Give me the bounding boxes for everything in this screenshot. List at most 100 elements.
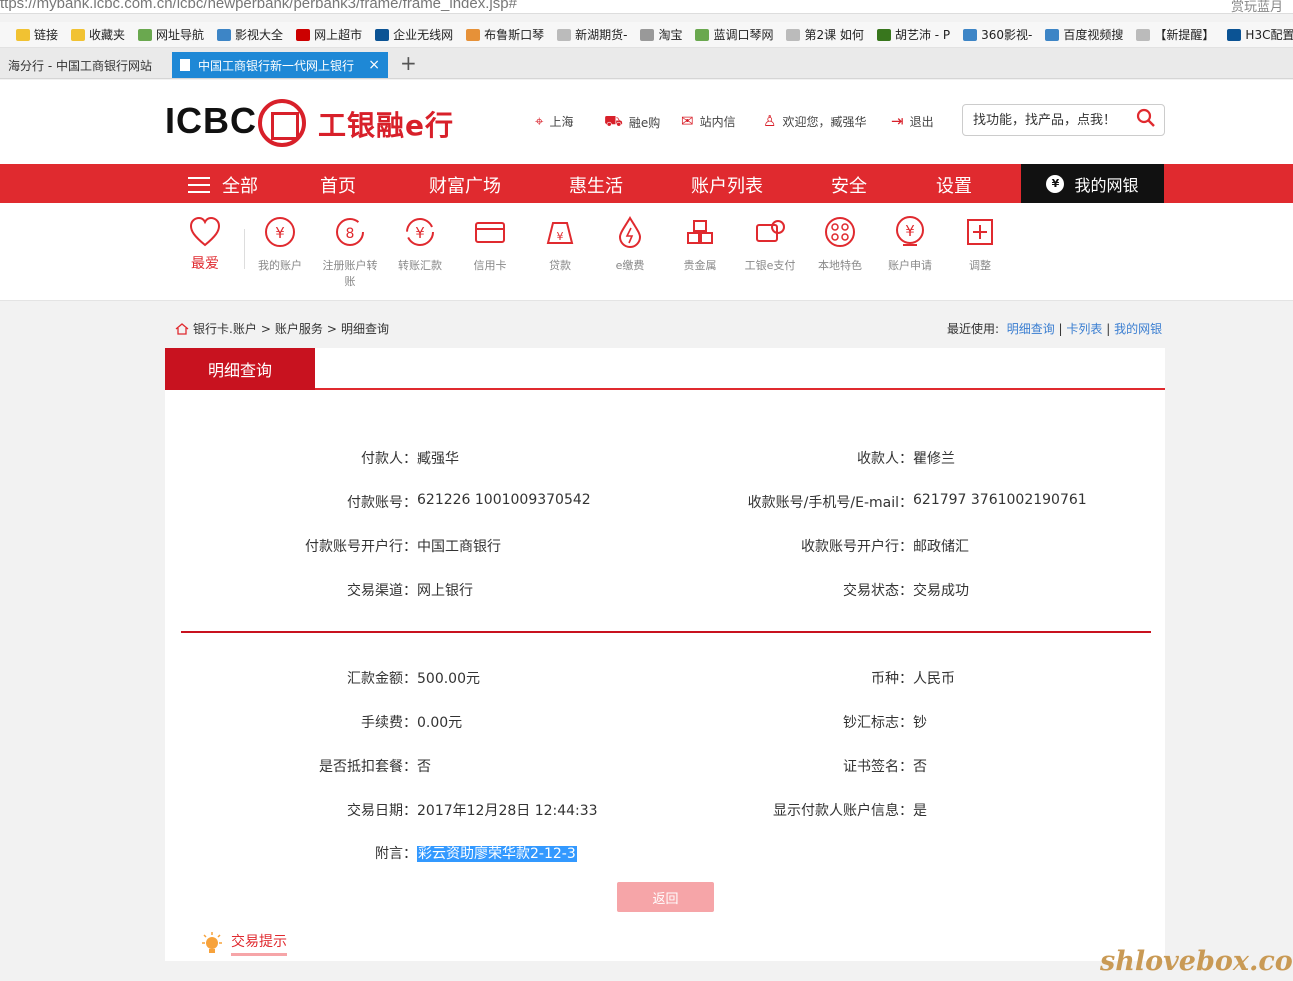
quick-register-transfer[interactable]: 8 注册账户转账	[319, 215, 381, 290]
detail-label: 手续费：	[361, 715, 417, 731]
detail-row: 交易渠道： 网上银行 交易状态： 交易成功	[165, 580, 1165, 600]
quick-favorite-label: 最爱	[191, 256, 219, 272]
watermark: shlovebox.com	[1100, 946, 1293, 977]
cart-icon: ⛟	[604, 112, 623, 130]
quick-loan-label: 贷款	[549, 259, 571, 272]
logout-link[interactable]: ⇥ 退出	[891, 112, 934, 130]
bookmark-item[interactable]: 链接	[16, 26, 58, 43]
breadcrumb-item-account-service[interactable]: 账户服务	[275, 320, 323, 337]
back-button[interactable]: 返回	[617, 882, 714, 912]
bookmark-item[interactable]: 蓝调口琴网	[695, 26, 773, 43]
quick-e-pay-label: 工银e支付	[744, 259, 796, 272]
bookmark-item[interactable]: 360影视-	[963, 26, 1032, 43]
address-bar[interactable]: ttps://mybank.icbc.com.cn/icbc/newperban…	[0, 0, 1293, 14]
detail-value: 钞	[913, 715, 927, 731]
heart-icon	[189, 216, 221, 247]
messages-label: 站内信	[699, 114, 736, 129]
nav-security[interactable]: 安全	[831, 172, 867, 198]
bookmark-item[interactable]: 企业无线网	[375, 26, 453, 43]
bookmark-label: H3C配置经	[1245, 28, 1293, 42]
detail-label: 收款账号开户行：	[801, 539, 913, 555]
svg-text:¥: ¥	[905, 222, 915, 240]
bookmark-item[interactable]: 胡艺沛 - P	[876, 26, 950, 43]
bookmark-item[interactable]: 百度视频搜	[1045, 26, 1123, 43]
url-text: ttps://mybank.icbc.com.cn/icbc/newperban…	[0, 0, 517, 12]
quick-precious-metal[interactable]: 贵金属	[669, 215, 731, 274]
bookmark-icon	[640, 28, 655, 41]
home-icon[interactable]	[175, 322, 189, 335]
bookmark-label: 360影视-	[981, 28, 1033, 42]
bookmark-item[interactable]: 影视大全	[217, 26, 283, 43]
detail-label: 交易渠道：	[347, 583, 417, 599]
browser-tab-icbc-shanghai[interactable]: 海分行 - 中国工商银行网站	[0, 52, 160, 78]
address-bar-right-text[interactable]: 赏玩蓝月	[1231, 0, 1283, 13]
bookmark-item[interactable]: 收藏夹	[71, 26, 125, 43]
bookmark-icon	[1045, 28, 1060, 41]
site-search	[962, 104, 1165, 136]
quick-favorite[interactable]: 最爱	[174, 215, 236, 272]
bookmark-item[interactable]: 【新提醒】	[1136, 26, 1214, 43]
svg-text:8: 8	[346, 226, 355, 242]
quick-e-pay[interactable]: 工银e支付	[739, 215, 801, 274]
quick-account-apply[interactable]: ¥ 账户申请	[879, 215, 941, 274]
quick-precious-metal-label: 贵金属	[683, 259, 717, 272]
nav-wealth[interactable]: 财富广场	[429, 172, 501, 198]
svg-text:¥: ¥	[275, 224, 285, 242]
recent-sep: |	[1106, 322, 1111, 336]
transaction-detail-panel: 付款人： 臧强华 收款人： 瞿修兰 付款账号： 621226 1001009370542 收…	[165, 390, 1165, 917]
quick-loan[interactable]: ¥ 贷款	[529, 215, 591, 274]
bookmark-item[interactable]: 淘宝	[640, 26, 682, 43]
tab-detail-query[interactable]: 明细查询	[165, 348, 315, 390]
nav-home[interactable]: 首页	[320, 172, 356, 198]
quick-adjust[interactable]: 调整	[949, 215, 1011, 274]
bookmark-item[interactable]: 新湖期货-	[557, 26, 627, 43]
bookmark-item[interactable]: H3C配置经	[1227, 26, 1293, 43]
section-divider	[181, 631, 1151, 633]
bookmark-icon	[1136, 28, 1151, 41]
rong-e-gou-link[interactable]: ⛟ 融e购	[604, 112, 660, 132]
welcome-user[interactable]: ♙ 欢迎您，臧强华	[763, 112, 866, 130]
bookmark-item[interactable]: 网上超市	[296, 26, 362, 43]
nav-my-bank[interactable]: ¥ 我的网银	[1021, 164, 1164, 203]
bookmark-icon	[71, 28, 86, 41]
messages-link[interactable]: ✉ 站内信	[681, 112, 736, 130]
quick-my-account[interactable]: ¥ 我的账户	[249, 215, 311, 274]
bookmark-icon	[963, 28, 978, 41]
rong-e-gou-label: 融e购	[628, 115, 661, 130]
icbc-logo-text[interactable]: ICBC	[165, 100, 257, 142]
transaction-tips[interactable]: 交易提示	[201, 931, 287, 956]
detail-row: 汇款金额： 500.00元 币种： 人民币	[165, 668, 1165, 688]
recent-label: 最近使用:	[947, 322, 1000, 336]
detail-label: 付款账号：	[347, 495, 417, 511]
close-tab-icon[interactable]: ×	[368, 57, 380, 73]
bookmark-item[interactable]: 网址导航	[138, 26, 204, 43]
quick-e-payment[interactable]: e缴费	[599, 215, 661, 274]
quick-transfer[interactable]: ¥ 转账汇款	[389, 215, 451, 274]
new-tab-button[interactable]: +	[400, 51, 417, 75]
bookmarks-bar: 链接 收藏夹 网址导航 影视大全 网上超市 企业无线网 布鲁斯口琴 新湖期货- 淘宝 蓝调口琴网 第…	[0, 22, 1293, 48]
bookmark-icon	[296, 28, 311, 41]
breadcrumb: 银行卡.账户 > 账户服务 > 明细查询	[175, 320, 389, 337]
recent-link-my-bank[interactable]: 我的网银	[1114, 322, 1162, 336]
location-link[interactable]: ⌖ 上海	[535, 112, 573, 130]
nav-accounts[interactable]: 账户列表	[691, 172, 763, 198]
quick-local-feature[interactable]: 本地特色	[809, 215, 871, 274]
quick-credit-card[interactable]: 信用卡	[459, 215, 521, 274]
bookmark-item[interactable]: 布鲁斯口琴	[466, 26, 544, 43]
detail-value: 0.00元	[417, 715, 463, 731]
search-icon[interactable]	[1136, 108, 1156, 128]
bookmark-icon	[375, 28, 390, 41]
nav-settings[interactable]: 设置	[936, 172, 972, 198]
bookmark-item[interactable]: 第2课 如何	[786, 26, 864, 43]
nav-all-menu[interactable]: 全部	[188, 172, 258, 198]
breadcrumb-item-cards[interactable]: 银行卡.账户	[193, 320, 257, 337]
nav-life[interactable]: 惠生活	[569, 172, 623, 198]
money-bag-icon: ¥	[1046, 174, 1065, 193]
search-input[interactable]	[971, 110, 1131, 130]
recent-link-card-list[interactable]: 卡列表	[1066, 322, 1102, 336]
plus-square-icon	[967, 219, 993, 245]
detail-label: 付款账号开户行：	[305, 539, 417, 555]
tab-label: 中国工商银行新一代网上银行	[198, 58, 355, 73]
recent-link-detail-query[interactable]: 明细查询	[1007, 322, 1055, 336]
browser-tab-icbc-bank[interactable]: 中国工商银行新一代网上银行 ×	[172, 52, 388, 78]
